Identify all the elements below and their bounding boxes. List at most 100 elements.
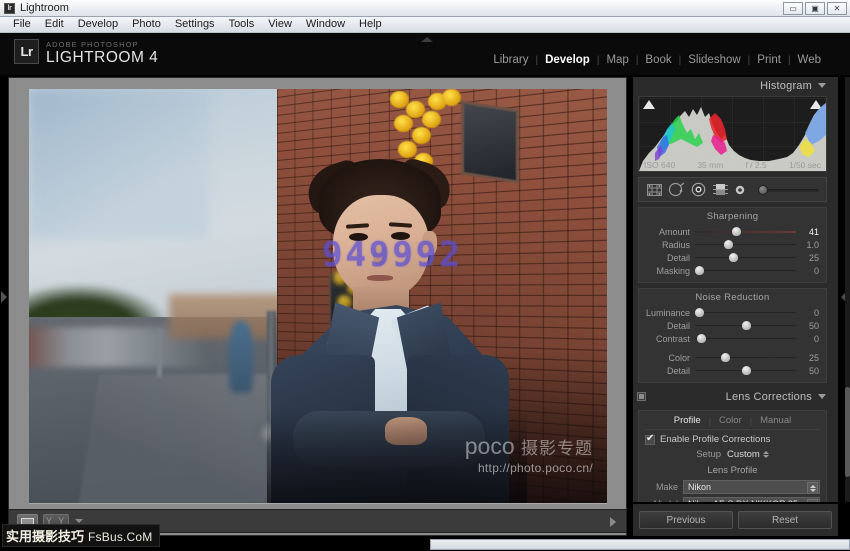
module-slideshow[interactable]: Slideshow bbox=[681, 54, 747, 66]
left-panel-collapse-toggle[interactable] bbox=[1, 291, 7, 303]
sharpening-amount-slider[interactable] bbox=[695, 226, 796, 237]
slider-row[interactable]: Detail 50 bbox=[639, 319, 826, 332]
setup-row[interactable]: Setup Custom bbox=[645, 449, 820, 460]
scrollbar-thumb[interactable] bbox=[845, 387, 850, 477]
site-watermark-en: FsBus.CoM bbox=[88, 530, 152, 544]
lens-model-row[interactable]: Model Nikon AF-S DX NIKKOR 35mm... bbox=[645, 497, 820, 502]
crop-overlay-icon[interactable] bbox=[643, 180, 665, 199]
slider-row[interactable]: Luminance 0 bbox=[639, 306, 826, 319]
slider-row[interactable]: Detail 50 bbox=[639, 364, 826, 377]
exif-iso: ISO 640 bbox=[644, 160, 675, 170]
histogram-panel-header[interactable]: Histogram bbox=[633, 77, 832, 94]
nr-color-slider[interactable] bbox=[695, 352, 796, 363]
sharpening-detail-value[interactable]: 25 bbox=[796, 253, 822, 263]
enable-profile-corrections-checkbox[interactable] bbox=[645, 435, 655, 445]
lens-make-row[interactable]: Make Nikon bbox=[645, 480, 820, 494]
slider-row[interactable]: Contrast 0 bbox=[639, 332, 826, 345]
nr-color-value[interactable]: 25 bbox=[796, 353, 822, 363]
top-panel-collapse-toggle[interactable] bbox=[421, 37, 433, 42]
setup-stepper-icon[interactable] bbox=[763, 451, 769, 458]
nr-luminance-detail-value[interactable]: 50 bbox=[796, 321, 822, 331]
nr-color-detail-slider[interactable] bbox=[695, 365, 796, 376]
menu-file[interactable]: File bbox=[6, 17, 38, 32]
tab-color[interactable]: Color bbox=[711, 415, 750, 426]
module-book[interactable]: Book bbox=[638, 54, 678, 66]
sharpening-radius-slider[interactable] bbox=[695, 239, 796, 250]
right-panel-scrollbar[interactable] bbox=[845, 77, 850, 502]
nr-contrast-value[interactable]: 0 bbox=[796, 334, 822, 344]
stepper-icon[interactable] bbox=[807, 499, 818, 502]
module-print[interactable]: Print bbox=[750, 54, 788, 66]
menu-view[interactable]: View bbox=[261, 17, 299, 32]
setup-label: Setup bbox=[696, 449, 721, 460]
nr-color-detail-value[interactable]: 50 bbox=[796, 366, 822, 376]
nr-luminance-detail-slider[interactable] bbox=[695, 320, 796, 331]
histogram-panel-title: Histogram bbox=[760, 80, 812, 92]
slider-row[interactable]: Masking 0 bbox=[639, 264, 826, 277]
menu-photo[interactable]: Photo bbox=[125, 17, 168, 32]
maximize-button[interactable]: ▣ bbox=[805, 2, 825, 15]
nr-contrast-slider[interactable] bbox=[695, 333, 796, 344]
menu-tools[interactable]: Tools bbox=[222, 17, 262, 32]
brush-size-slider[interactable] bbox=[758, 187, 819, 192]
slider-row[interactable]: Detail 25 bbox=[639, 251, 826, 264]
identity-plate[interactable]: Lr ADOBE PHOTOSHOP LIGHTROOM 4 bbox=[14, 39, 158, 66]
sharpening-masking-value[interactable]: 0 bbox=[796, 266, 822, 276]
chevron-down-icon[interactable] bbox=[818, 394, 826, 399]
reset-button[interactable]: Reset bbox=[738, 511, 832, 529]
adjustment-brush-icon[interactable] bbox=[731, 180, 753, 199]
module-picker: Library | Develop | Map | Book | Slidesh… bbox=[486, 54, 828, 66]
right-panel-footer: Previous Reset bbox=[633, 504, 838, 536]
menu-settings[interactable]: Settings bbox=[168, 17, 222, 32]
image-canvas[interactable]: 949992 poco 摄影专题 http://photo.poco.cn/ bbox=[8, 77, 627, 536]
previous-button[interactable]: Previous bbox=[639, 511, 733, 529]
chevron-down-icon[interactable] bbox=[75, 519, 83, 523]
tab-profile[interactable]: Profile bbox=[666, 415, 709, 426]
spot-removal-icon[interactable] bbox=[665, 180, 687, 199]
sharpening-detail-slider[interactable] bbox=[695, 252, 796, 263]
close-button[interactable]: ✕ bbox=[827, 2, 847, 15]
module-map[interactable]: Map bbox=[599, 54, 635, 66]
module-develop[interactable]: Develop bbox=[538, 54, 597, 66]
sharpening-detail-label: Detail bbox=[643, 253, 695, 263]
histogram-graph[interactable]: ISO 640 35 mm f / 2.5 1/50 sec bbox=[638, 96, 827, 172]
enable-profile-corrections-row[interactable]: Enable Profile Corrections bbox=[645, 434, 820, 445]
slider-row[interactable]: Radius 1.0 bbox=[639, 238, 826, 251]
chevron-down-icon[interactable] bbox=[818, 83, 826, 88]
nr-luminance-value[interactable]: 0 bbox=[796, 308, 822, 318]
nr-color-label: Color bbox=[643, 353, 695, 363]
nr-luminance-slider[interactable] bbox=[695, 307, 796, 318]
slider-row[interactable]: Color 25 bbox=[639, 351, 826, 364]
lens-corrections-tabs: Profile | Color | Manual bbox=[644, 415, 821, 430]
setup-value[interactable]: Custom bbox=[727, 449, 760, 460]
photo-street-lamp bbox=[157, 329, 162, 377]
module-library[interactable]: Library bbox=[486, 54, 535, 66]
stepper-icon[interactable] bbox=[807, 482, 818, 494]
lens-corrections-panel-header[interactable]: Lens Corrections bbox=[633, 388, 832, 405]
lens-profile-title: Lens Profile bbox=[645, 465, 820, 476]
sharpening-radius-value[interactable]: 1.0 bbox=[796, 240, 822, 250]
subject-mouth bbox=[367, 275, 393, 281]
poco-brand-cn: 摄影专题 bbox=[521, 439, 593, 458]
toolbar-expand-icon[interactable] bbox=[610, 517, 616, 527]
sharpening-masking-label: Masking bbox=[643, 266, 695, 276]
slider-row[interactable]: Amount 41 bbox=[639, 225, 826, 238]
minimize-button[interactable]: ▭ bbox=[783, 2, 803, 15]
graduated-filter-icon[interactable] bbox=[709, 180, 731, 199]
sharpening-amount-value[interactable]: 41 bbox=[796, 227, 822, 237]
panel-switch-icon[interactable] bbox=[637, 392, 646, 401]
sharpening-masking-slider[interactable] bbox=[695, 265, 796, 276]
red-eye-icon[interactable] bbox=[687, 180, 709, 199]
lens-make-dropdown[interactable]: Nikon bbox=[683, 480, 820, 494]
module-web[interactable]: Web bbox=[791, 54, 828, 66]
lens-model-dropdown[interactable]: Nikon AF-S DX NIKKOR 35mm... bbox=[683, 497, 820, 502]
menu-window[interactable]: Window bbox=[299, 17, 352, 32]
menu-develop[interactable]: Develop bbox=[71, 17, 125, 32]
nr-color-detail-label: Detail bbox=[643, 366, 695, 376]
menu-help[interactable]: Help bbox=[352, 17, 389, 32]
exif-focal-length: 35 mm bbox=[697, 160, 723, 170]
tab-manual[interactable]: Manual bbox=[752, 415, 799, 426]
photo-preview[interactable]: 949992 poco 摄影专题 http://photo.poco.cn/ bbox=[29, 89, 607, 503]
sharpening-amount-label: Amount bbox=[643, 227, 695, 237]
menu-edit[interactable]: Edit bbox=[38, 17, 71, 32]
